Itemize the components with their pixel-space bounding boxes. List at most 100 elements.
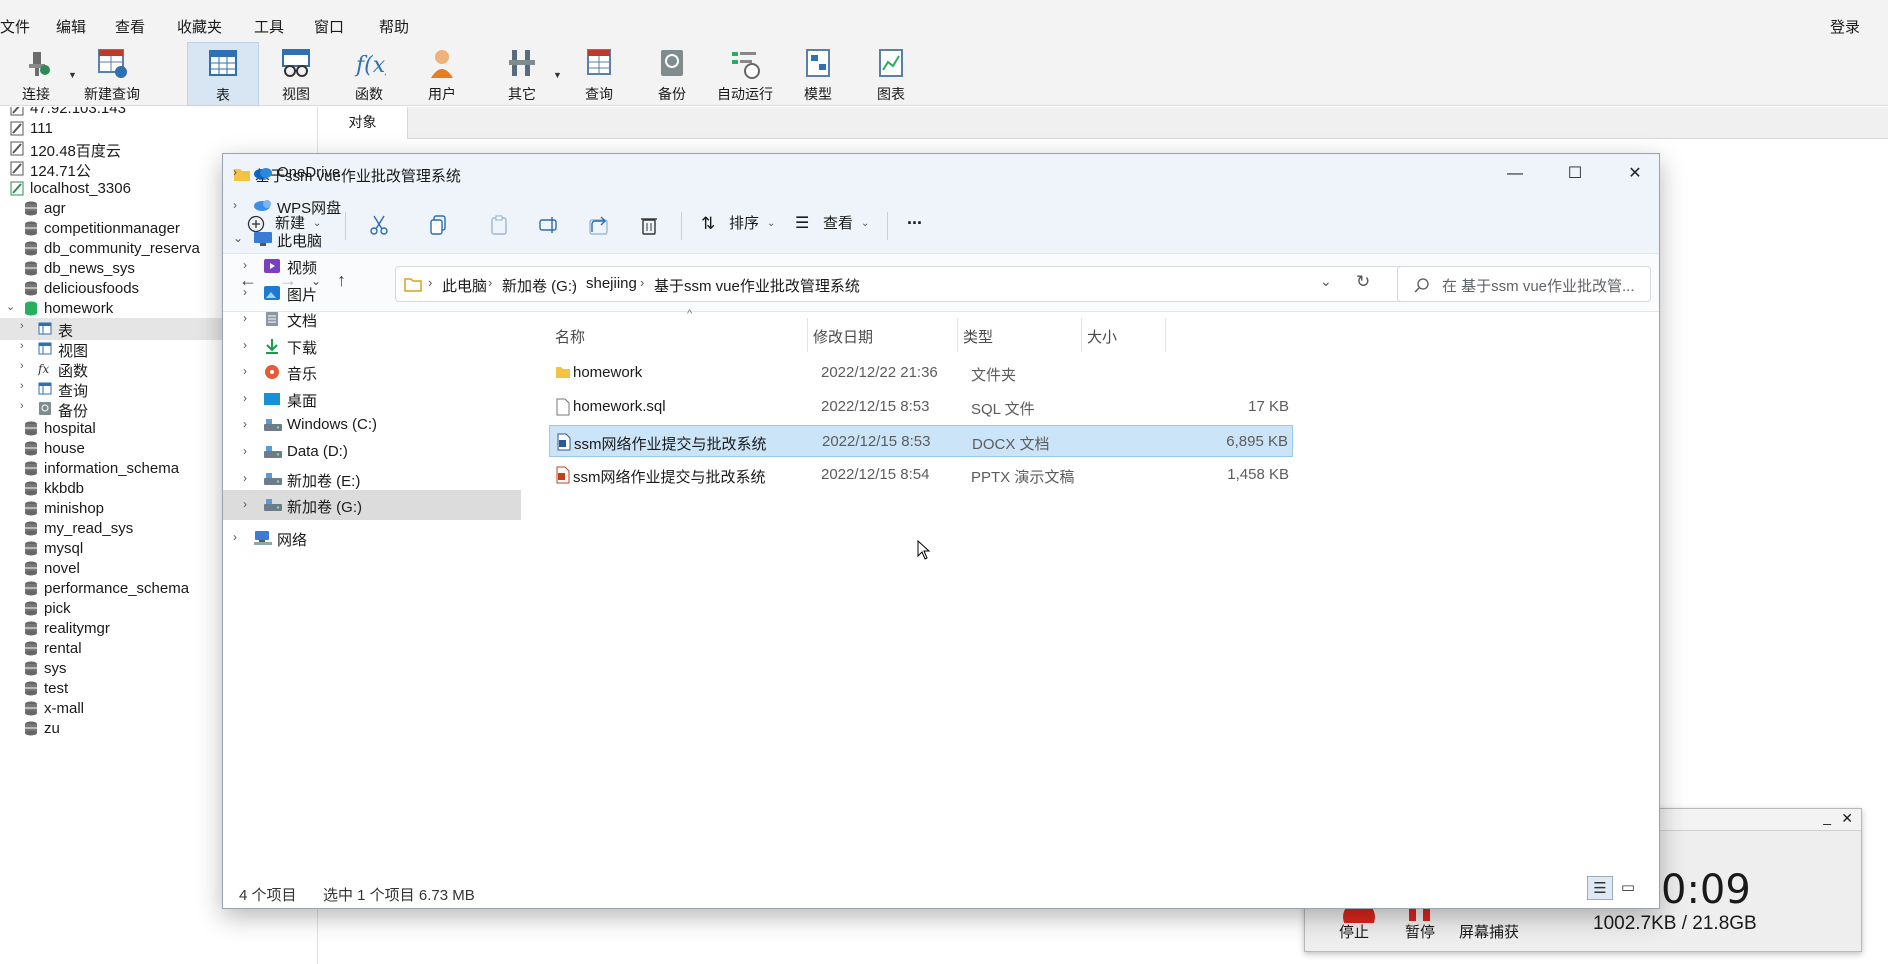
drive-icon — [263, 471, 282, 487]
chevron-right-icon[interactable]: › — [243, 364, 247, 378]
nav-item-label: Windows (C:) — [287, 416, 378, 433]
nav-item[interactable]: ⌄ 此电脑 — [223, 224, 521, 254]
column-divider[interactable] — [1081, 318, 1082, 352]
delete-icon[interactable] — [638, 214, 660, 236]
user-button[interactable]: 用户 — [406, 42, 478, 106]
connect-button[interactable]: 连接 — [0, 42, 72, 106]
details-view-icon[interactable]: ☰ — [1587, 876, 1613, 900]
chevron-right-icon[interactable]: › — [20, 380, 24, 392]
breadcrumb-shejiing[interactable]: shejiing — [586, 275, 637, 292]
plug-icon — [29, 52, 50, 76]
column-divider[interactable] — [807, 318, 808, 352]
chevron-right-icon[interactable]: › — [243, 497, 247, 511]
column-header-name[interactable]: 名称 — [555, 326, 585, 347]
column-header-modified[interactable]: 修改日期 — [813, 326, 873, 347]
column-divider[interactable] — [957, 318, 958, 352]
address-dropdown-icon[interactable]: ⌄ — [1320, 273, 1332, 290]
tree-item-label: db_community_reserva — [44, 240, 200, 257]
model-button[interactable]: 模型 — [782, 42, 854, 106]
pause-button[interactable]: 暂停 — [1405, 921, 1435, 942]
nav-item[interactable]: › Data (D:) — [223, 437, 521, 467]
menu-favorites[interactable]: 收藏夹 — [177, 16, 222, 37]
file-row[interactable]: homework 2022/12/22 21:36 文件夹 — [549, 357, 1293, 389]
more-options-button[interactable]: ... — [907, 198, 922, 238]
tree-item-label: 47.92.103.143 — [30, 107, 126, 117]
menu-tools[interactable]: 工具 — [254, 16, 284, 37]
tiles-view-icon[interactable]: ▭ — [1615, 876, 1641, 900]
file-row[interactable]: homework.sql 2022/12/15 8:53 SQL 文件 17 KB — [549, 391, 1293, 423]
nav-item[interactable]: › 视频 — [223, 251, 521, 281]
menu-edit[interactable]: 编辑 — [56, 16, 86, 37]
login-link[interactable]: 登录 — [1830, 16, 1860, 37]
chevron-down-icon[interactable]: ⌄ — [6, 300, 15, 313]
backup-button[interactable]: 备份 — [636, 42, 708, 106]
chevron-right-icon[interactable]: › — [20, 320, 24, 332]
chevron-right-icon[interactable]: › — [243, 258, 247, 272]
file-modified: 2022/12/22 21:36 — [821, 364, 938, 381]
explorer-body: shejiing基于ssm vue疫情下医院挂号系统›OneDrive›WPS网… — [223, 164, 1659, 894]
table-button[interactable]: 表 — [187, 42, 259, 106]
nav-item[interactable]: › 文档 — [223, 304, 521, 334]
nav-item[interactable]: › 音乐 — [223, 357, 521, 387]
menu-help[interactable]: 帮助 — [379, 16, 409, 37]
chevron-right-icon[interactable]: › — [243, 444, 247, 458]
minimize-button[interactable]: — — [1485, 158, 1545, 190]
menu-view[interactable]: 查看 — [115, 16, 145, 37]
chevron-right-icon[interactable]: › — [20, 400, 24, 412]
chevron-down-icon[interactable]: ⌄ — [0, 180, 1, 193]
screen-capture-button[interactable]: 屏幕捕获 — [1459, 921, 1519, 942]
function-button[interactable]: f(x) 函数 — [333, 42, 405, 106]
refresh-icon[interactable]: ↻ — [1356, 272, 1370, 292]
tree-connection[interactable]: 111 — [0, 118, 317, 140]
file-row[interactable]: ssm网络作业提交与批改系统 2022/12/15 8:53 DOCX 文档 6,89… — [549, 425, 1293, 457]
column-divider[interactable] — [1165, 318, 1166, 352]
search-box[interactable]: 在 基于ssm vue作业批改管... — [1397, 266, 1651, 302]
chevron-down-icon[interactable]: ⌄ — [233, 231, 243, 245]
chevron-right-icon[interactable]: › — [243, 391, 247, 405]
menu-window[interactable]: 窗口 — [314, 16, 344, 37]
table-icon — [38, 321, 52, 336]
column-header-type[interactable]: 类型 — [963, 326, 993, 347]
rename-icon[interactable] — [538, 214, 560, 236]
chevron-right-icon[interactable]: › — [243, 338, 247, 352]
chevron-right-icon[interactable]: › — [20, 360, 24, 372]
nav-item[interactable]: › 新加卷 (G:) — [223, 490, 521, 520]
nav-item[interactable]: › 网络 — [223, 523, 521, 553]
nav-item[interactable]: › WPS网盘 — [223, 191, 521, 221]
chevron-right-icon[interactable]: › — [20, 340, 24, 352]
automation-button[interactable]: 自动运行 — [709, 42, 781, 106]
maximize-button[interactable]: ☐ — [1545, 158, 1605, 190]
chevron-right-icon[interactable]: › — [243, 471, 247, 485]
chevron-right-icon[interactable]: › — [233, 165, 237, 179]
chart-button[interactable]: 图表 — [855, 42, 927, 106]
nav-item[interactable]: 基于ssm vue疫情下医院挂号系统 — [223, 154, 521, 155]
menu-file[interactable]: 文件 — [0, 16, 30, 37]
tab-objects[interactable]: 对象 — [318, 107, 408, 139]
others-button[interactable]: 其它 — [486, 42, 558, 106]
chevron-right-icon[interactable]: › — [243, 311, 247, 325]
address-bar[interactable]: › 此电脑 › 新加卷 (G:) › shejiing › 基于ssm vue作… — [395, 266, 1411, 302]
file-row[interactable]: ssm网络作业提交与批改系统 2022/12/15 8:54 PPTX 演示文稿 1,… — [549, 459, 1293, 491]
nav-item[interactable]: › Windows (C:) — [223, 410, 521, 440]
new-query-button[interactable]: 新建查询 — [76, 42, 148, 106]
view-button[interactable]: 视图 — [260, 42, 332, 106]
share-icon[interactable] — [588, 214, 610, 236]
chevron-down-icon[interactable]: ▼ — [553, 70, 562, 80]
breadcrumb-current[interactable]: 基于ssm vue作业批改管理系统 — [654, 275, 860, 296]
minimize-icon[interactable]: _ — [1823, 809, 1831, 825]
chevron-right-icon[interactable]: › — [233, 530, 237, 544]
nav-item[interactable]: › OneDrive — [223, 158, 521, 188]
chevron-right-icon[interactable]: › — [243, 285, 247, 299]
chevron-right-icon[interactable]: › — [233, 198, 237, 212]
close-icon[interactable]: ✕ — [1841, 810, 1853, 827]
stop-button[interactable]: 停止 — [1339, 921, 1369, 942]
backup-icon — [661, 50, 683, 76]
file-icon — [555, 398, 571, 416]
close-button[interactable]: ✕ — [1605, 158, 1659, 190]
recording-size: 1002.7KB / 21.8GB — [1593, 913, 1757, 934]
database-icon — [24, 541, 38, 556]
column-header-size[interactable]: 大小 — [1087, 326, 1117, 347]
connection-icon — [10, 107, 24, 116]
chevron-right-icon[interactable]: › — [243, 417, 247, 431]
query-button[interactable]: 查询 — [563, 42, 635, 106]
